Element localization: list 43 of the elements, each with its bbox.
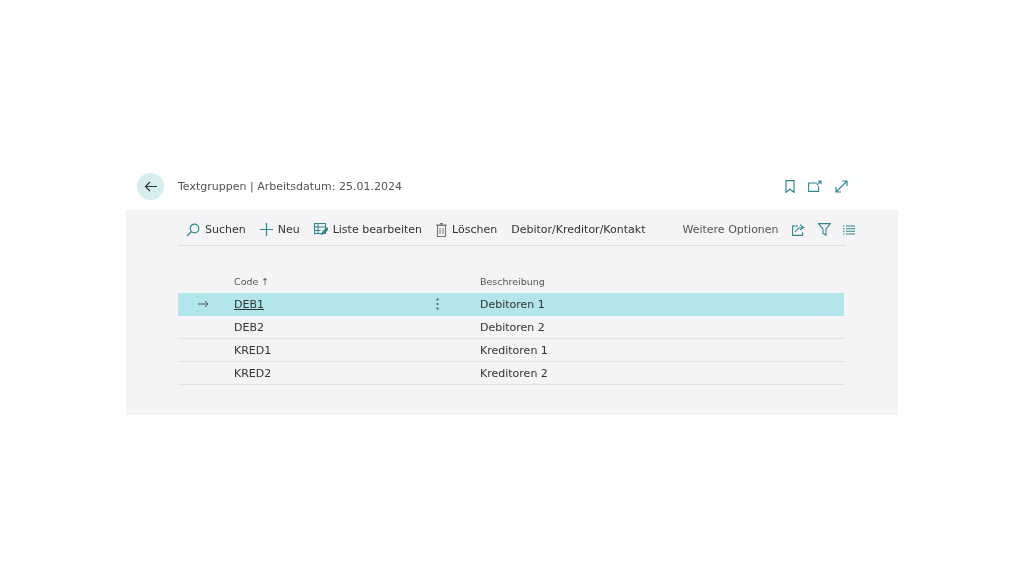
filter-icon xyxy=(817,223,831,236)
bookmark-icon xyxy=(785,179,795,193)
filter-button[interactable] xyxy=(817,223,831,236)
table-cell: Kreditoren 1 xyxy=(480,343,548,357)
expand-button[interactable] xyxy=(835,179,848,193)
back-button[interactable] xyxy=(137,172,164,200)
back-arrow-icon xyxy=(144,180,157,192)
table-cell: Debitoren 1 xyxy=(480,297,545,311)
expand-icon xyxy=(835,179,848,193)
toolbar-button[interactable]: Löschen xyxy=(436,222,498,237)
list-icon xyxy=(842,224,855,235)
selected-row-highlight[interactable]: DEB1 Debitoren 1 xyxy=(178,293,844,316)
share-icon xyxy=(791,223,806,236)
column-header[interactable]: Code xyxy=(234,275,259,287)
toolbar-button[interactable]: Neu xyxy=(259,223,300,236)
toolbar-button[interactable]: Suchen xyxy=(186,222,246,237)
open-in-new-window-button[interactable] xyxy=(808,180,822,192)
table-cell: KRED1 xyxy=(234,343,272,357)
sort-indicator: ↑ xyxy=(261,275,270,287)
bookmark-button[interactable] xyxy=(785,179,795,193)
row-menu-button[interactable] xyxy=(436,298,439,310)
toolbar-button[interactable]: Debitor/Kreditor/Kontakt xyxy=(511,223,646,236)
table-row[interactable]: KRED2 Kreditoren 2 xyxy=(178,362,844,385)
trash-icon xyxy=(436,222,448,237)
share-button[interactable] xyxy=(791,223,806,236)
column-header[interactable]: Beschreibung xyxy=(480,275,545,287)
search-icon xyxy=(186,222,200,237)
plus-icon xyxy=(259,223,273,236)
edit-list-icon xyxy=(313,223,328,236)
toolbar-button[interactable]: Liste bearbeiten xyxy=(313,223,423,236)
more-options-button[interactable]: Weitere Optionen xyxy=(682,223,779,236)
more-vertical-icon xyxy=(436,298,439,310)
page-title: Textgruppen | Arbeitsdatum: 25.01.2024 xyxy=(178,179,403,193)
code-link[interactable]: DEB1 xyxy=(234,297,264,311)
table-cell: DEB2 xyxy=(234,320,264,334)
table-row[interactable]: DEB2 Debitoren 2 xyxy=(178,316,844,339)
row-arrow-icon xyxy=(197,300,209,308)
table-cell: Kreditoren 2 xyxy=(480,366,548,380)
table-row[interactable]: KRED1 Kreditoren 1 xyxy=(178,339,844,362)
table-cell: KRED2 xyxy=(234,366,272,380)
list-view-button[interactable] xyxy=(842,224,855,235)
table-cell: Debitoren 2 xyxy=(480,320,545,334)
open-window-icon xyxy=(808,180,822,192)
